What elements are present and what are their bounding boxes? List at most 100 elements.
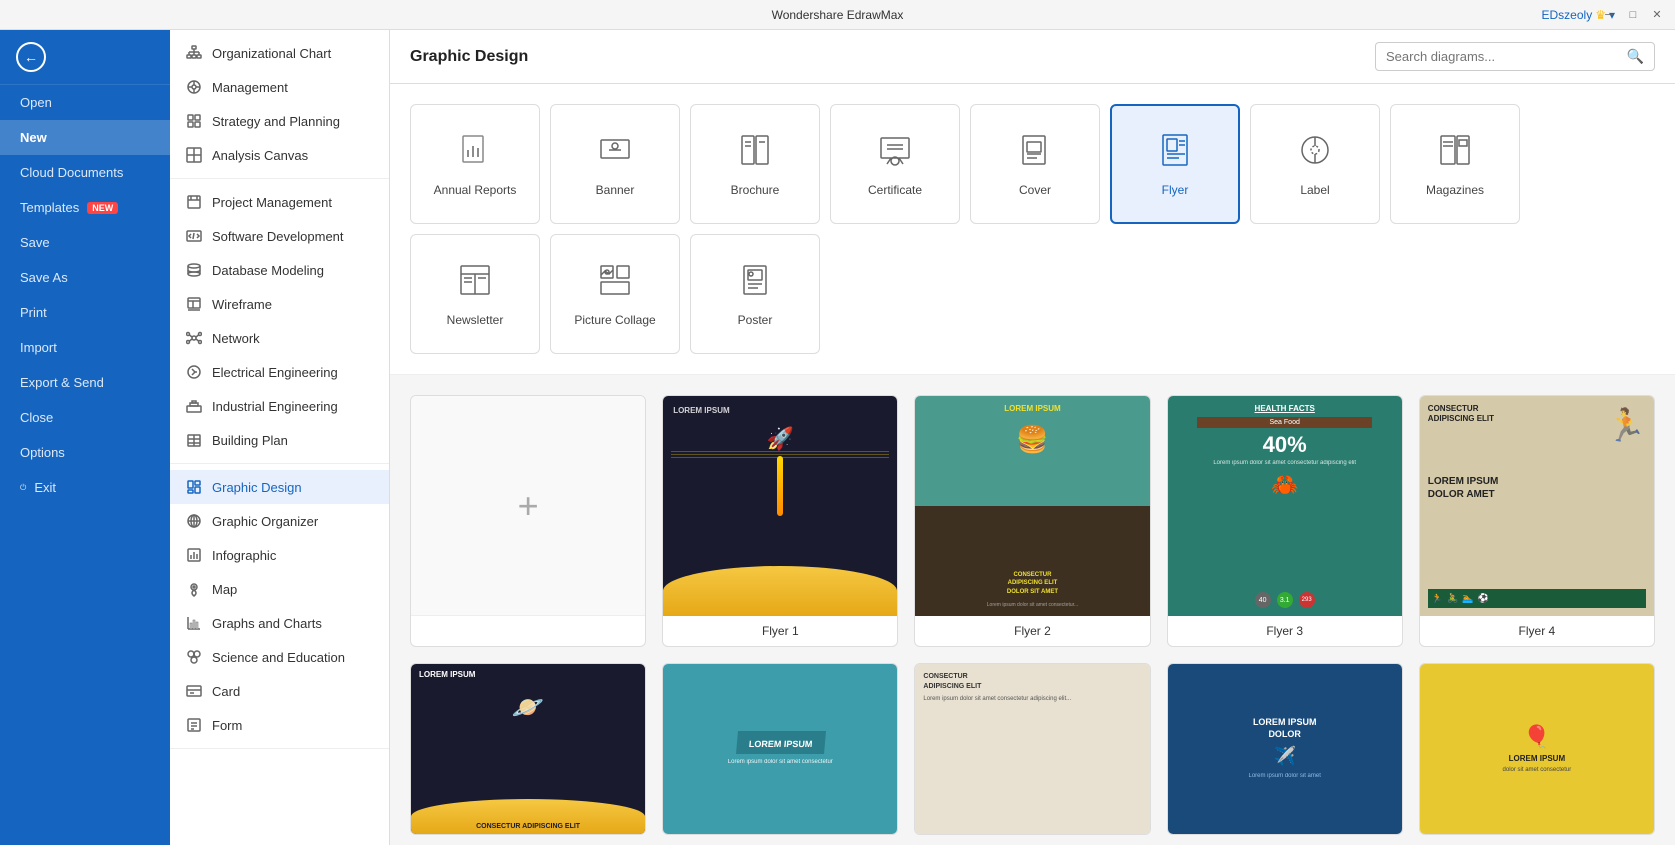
nav-label: Analysis Canvas: [212, 148, 308, 163]
sidebar-item-print[interactable]: Print: [0, 295, 170, 330]
search-box: 🔍: [1375, 42, 1655, 71]
username: EDszeoly: [1542, 8, 1593, 22]
category-certificate[interactable]: Certificate: [830, 104, 960, 224]
sidebar-item-open[interactable]: Open: [0, 85, 170, 120]
category-cover[interactable]: Cover: [970, 104, 1100, 224]
maximize-button[interactable]: □: [1625, 9, 1641, 21]
category-brochure[interactable]: Brochure: [690, 104, 820, 224]
category-label-item[interactable]: Label: [1250, 104, 1380, 224]
templates-section: + LOREM IPSUM 🚀: [390, 375, 1675, 845]
nav-label: Strategy and Planning: [212, 114, 340, 129]
sidebar-item-export[interactable]: Export & Send: [0, 365, 170, 400]
sidebar-item-templates[interactable]: Templates NEW: [0, 190, 170, 225]
page-title: Graphic Design: [410, 48, 528, 66]
nav-item-industrial[interactable]: Industrial Engineering: [170, 389, 389, 423]
search-input[interactable]: [1386, 49, 1627, 64]
template-flyer1[interactable]: LOREM IPSUM 🚀 Flyer 1: [662, 395, 898, 647]
strategy-icon: [186, 113, 202, 129]
sidebar-item-new[interactable]: New: [0, 120, 170, 155]
template-flyer9[interactable]: 🎈 LOREM IPSUM dolor sit amet consectetur: [1419, 663, 1655, 835]
nav-item-electrical[interactable]: Electrical Engineering: [170, 355, 389, 389]
flyer7-thumb: CONSECTUR ADIPISCING ELIT Lorem ipsum do…: [915, 664, 1149, 834]
sidebar-item-close[interactable]: Close: [0, 400, 170, 435]
sidebar-item-options[interactable]: Options: [0, 435, 170, 470]
search-icon[interactable]: 🔍: [1627, 48, 1644, 65]
card-icon: [186, 683, 202, 699]
template-flyer3[interactable]: HEALTH FACTS Sea Food 40% Lorem ipsum do…: [1167, 395, 1403, 647]
flyer9-preview: 🎈 LOREM IPSUM dolor sit amet consectetur: [1420, 664, 1654, 834]
nav-item-infographic[interactable]: Infographic: [170, 538, 389, 572]
category-poster[interactable]: Poster: [690, 234, 820, 354]
template-flyer8[interactable]: LOREM IPSUM DOLOR ✈️ Lorem ipsum dolor s…: [1167, 663, 1403, 835]
template-flyer6[interactable]: LOREM IPSUM Lorem ipsum dolor sit amet c…: [662, 663, 898, 835]
nav-label: Software Development: [212, 229, 344, 244]
nav-label: Management: [212, 80, 288, 95]
nav-item-graphs[interactable]: Graphs and Charts: [170, 606, 389, 640]
sidebar-item-import[interactable]: Import: [0, 330, 170, 365]
nav-item-card[interactable]: Card: [170, 674, 389, 708]
category-banner[interactable]: Banner: [550, 104, 680, 224]
category-newsletter[interactable]: Newsletter: [410, 234, 540, 354]
building-icon: [186, 432, 202, 448]
map-icon: [186, 581, 202, 597]
nav-item-analysis[interactable]: Analysis Canvas: [170, 138, 389, 172]
org-chart-icon: [186, 45, 202, 61]
flyer3-preview: HEALTH FACTS Sea Food 40% Lorem ipsum do…: [1168, 396, 1402, 616]
nav-item-database[interactable]: Database Modeling: [170, 253, 389, 287]
nav-item-science[interactable]: Science and Education: [170, 640, 389, 674]
nav-item-graphic-design[interactable]: Graphic Design: [170, 470, 389, 504]
certificate-label: Certificate: [868, 183, 922, 197]
sidebar-item-cloud[interactable]: Cloud Documents: [0, 155, 170, 190]
template-flyer2[interactable]: LOREM IPSUM 🍔 CONSECTUR ADIPISCING ELIT …: [914, 395, 1150, 647]
newsletter-icon: [457, 262, 493, 305]
minimize-button[interactable]: ─: [1601, 9, 1617, 21]
nav-item-building[interactable]: Building Plan: [170, 423, 389, 457]
category-picture-collage[interactable]: Picture Collage: [550, 234, 680, 354]
cover-icon: [1017, 132, 1053, 175]
nav-item-network[interactable]: Network: [170, 321, 389, 355]
brochure-icon: [737, 132, 773, 175]
template-flyer4[interactable]: CONSECTUR ADIPISCING ELIT 🏃 LOREM IPSUM …: [1419, 395, 1655, 647]
flyer3-label: Flyer 3: [1168, 616, 1402, 646]
infographic-icon: [186, 547, 202, 563]
management-icon: [186, 79, 202, 95]
form-icon: [186, 717, 202, 733]
main-content: Graphic Design 🔍 Annual Reports: [390, 30, 1675, 845]
nav-item-software-dev[interactable]: Software Development: [170, 219, 389, 253]
annual-reports-label: Annual Reports: [434, 183, 517, 197]
template-flyer5[interactable]: LOREM IPSUM 🪐 CONSECTUR ADIPISCING ELIT: [410, 663, 646, 835]
database-icon: [186, 262, 202, 278]
category-annual-reports[interactable]: Annual Reports: [410, 104, 540, 224]
nav-item-graphic-organizer[interactable]: Graphic Organizer: [170, 504, 389, 538]
nav-item-wireframe[interactable]: Wireframe: [170, 287, 389, 321]
sidebar-item-save[interactable]: Save: [0, 225, 170, 260]
back-button[interactable]: ←: [0, 30, 170, 85]
template-flyer7[interactable]: CONSECTUR ADIPISCING ELIT Lorem ipsum do…: [914, 663, 1150, 835]
nav-item-strategy[interactable]: Strategy and Planning: [170, 104, 389, 138]
nav-item-management[interactable]: Management: [170, 70, 389, 104]
nav-label: Industrial Engineering: [212, 399, 338, 414]
nav-item-form[interactable]: Form: [170, 708, 389, 742]
nav-label: Graphic Design: [212, 480, 302, 495]
flyer4-label: Flyer 4: [1420, 616, 1654, 646]
industrial-icon: [186, 398, 202, 414]
nav-label: Map: [212, 582, 237, 597]
nav-item-org-chart[interactable]: Organizational Chart: [170, 36, 389, 70]
new-badge: NEW: [87, 202, 118, 214]
nav-item-project[interactable]: Project Management: [170, 185, 389, 219]
close-button[interactable]: ✕: [1649, 8, 1665, 21]
sidebar-item-saveas[interactable]: Save As: [0, 260, 170, 295]
cover-label: Cover: [1019, 183, 1051, 197]
sidebar-item-exit[interactable]: ⏻ Exit: [0, 470, 170, 505]
nav-label: Building Plan: [212, 433, 288, 448]
poster-icon: [737, 262, 773, 305]
nav-item-map[interactable]: Map: [170, 572, 389, 606]
magazines-label: Magazines: [1426, 183, 1484, 197]
graphs-icon: [186, 615, 202, 631]
exit-dot-icon: ⏻: [20, 483, 26, 493]
category-grid: Annual Reports Banner: [390, 84, 1675, 375]
category-flyer[interactable]: Flyer: [1110, 104, 1240, 224]
nav-label: Card: [212, 684, 240, 699]
template-new[interactable]: +: [410, 395, 646, 647]
category-magazines[interactable]: Magazines: [1390, 104, 1520, 224]
